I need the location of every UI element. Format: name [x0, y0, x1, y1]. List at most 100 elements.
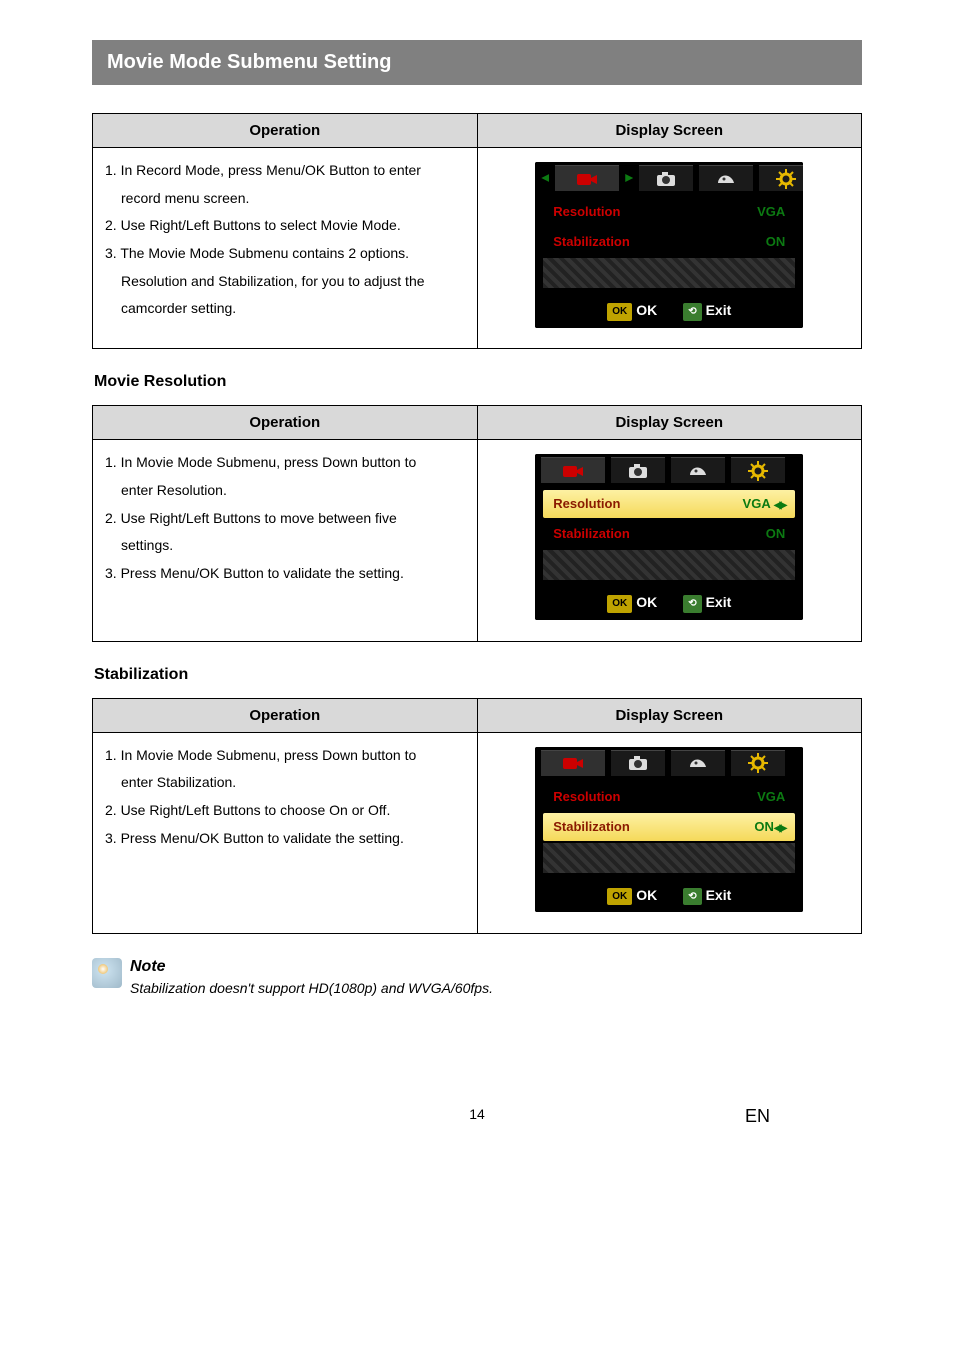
tab-movie-icon	[541, 750, 605, 776]
film-strip-bg	[543, 258, 795, 288]
arrows-icon: ◀▶	[774, 500, 785, 511]
exit-action: ⟲ Exit	[683, 300, 731, 322]
arrows-icon: ◀▶	[774, 823, 785, 834]
nav-arrows	[541, 174, 549, 182]
exit-label: Exit	[706, 594, 732, 610]
ok-chip-icon: OK	[607, 888, 632, 906]
note-text: Stabilization doesn't support HD(1080p) …	[130, 980, 493, 996]
operation-cell: 1. In Record Mode, press Menu/OK Button …	[93, 148, 478, 349]
menu-value: VGA	[743, 496, 771, 511]
menu-row-resolution: Resolution VGA	[543, 783, 795, 811]
col-operation: Operation	[93, 114, 478, 148]
menu-label: Resolution	[553, 494, 620, 514]
op-line: 3. Press Menu/OK Button to validate the …	[105, 828, 465, 850]
op-line: 3. Press Menu/OK Button to validate the …	[105, 563, 465, 585]
ok-label: OK	[636, 594, 657, 610]
tab-effects-icon	[699, 165, 753, 191]
tab-camera-icon	[611, 457, 665, 483]
menu-label: Stabilization	[553, 524, 630, 544]
menu-value: VGA	[757, 202, 785, 222]
ok-action: OKOK	[607, 885, 657, 907]
display-screen-cell: Resolution VGA ◀▶ Stabilization ON OKOK …	[477, 440, 862, 641]
exit-chip-icon: ⟲	[683, 303, 701, 321]
tab-bar	[535, 162, 803, 194]
menu-row-stabilization: Stabilization ON	[543, 520, 795, 548]
op-line: Resolution and Stabilization, for you to…	[105, 271, 465, 293]
menu-value-wrap: VGA ◀▶	[743, 494, 786, 514]
tab-settings-icon	[731, 750, 785, 776]
heading-stabilization: Stabilization	[94, 666, 862, 684]
bottom-bar: OKOK ⟲ Exit	[535, 296, 803, 328]
bottom-bar: OKOK ⟲ Exit	[535, 881, 803, 913]
ui-screen: Resolution VGA ◀▶ Stabilization ON OKOK …	[535, 454, 803, 620]
nav-arrows	[625, 174, 633, 182]
op-line: 3. The Movie Mode Submenu contains 2 opt…	[105, 243, 465, 265]
tab-settings-icon	[731, 457, 785, 483]
menu-value: ON	[766, 232, 786, 252]
note-block: Note Stabilization doesn't support HD(10…	[92, 958, 862, 996]
op-line: 2. Use Right/Left Buttons to choose On o…	[105, 800, 465, 822]
section-title: Movie Mode Submenu Setting	[92, 40, 862, 85]
op-line: 1. In Movie Mode Submenu, press Down but…	[105, 745, 465, 767]
display-screen-cell: Resolution VGA Stabilization ON◀▶ OKOK ⟲…	[477, 732, 862, 933]
tab-effects-icon	[671, 750, 725, 776]
ui-screen: Resolution VGA Stabilization ON OKOK ⟲ Ex…	[535, 162, 803, 328]
exit-label: Exit	[706, 887, 732, 903]
exit-label: Exit	[706, 302, 732, 318]
table-movie-mode: Operation Display Screen 1. In Record Mo…	[92, 113, 862, 349]
op-line: 1. In Movie Mode Submenu, press Down but…	[105, 452, 465, 474]
menu-label: Stabilization	[553, 817, 630, 837]
tab-camera-icon	[611, 750, 665, 776]
col-display-screen: Display Screen	[477, 114, 862, 148]
menu-value-wrap: ON◀▶	[754, 817, 785, 837]
col-display-screen: Display Screen	[477, 406, 862, 440]
op-line: settings.	[105, 535, 465, 557]
ok-chip-icon: OK	[607, 303, 632, 321]
tab-movie-icon	[541, 457, 605, 483]
op-line: camcorder setting.	[105, 298, 465, 320]
display-screen-cell: Resolution VGA Stabilization ON OKOK ⟲ Ex…	[477, 148, 862, 349]
exit-action: ⟲ Exit	[683, 592, 731, 614]
table-stabilization: Operation Display Screen 1. In Movie Mod…	[92, 698, 862, 934]
col-display-screen: Display Screen	[477, 698, 862, 732]
op-line: enter Stabilization.	[105, 772, 465, 794]
ok-label: OK	[636, 887, 657, 903]
menu-row-resolution: Resolution VGA	[543, 198, 795, 226]
ok-action: OKOK	[607, 592, 657, 614]
tab-bar	[535, 747, 803, 779]
menu-row-stabilization: Stabilization ON	[543, 228, 795, 256]
note-title: Note	[130, 958, 493, 976]
tab-bar	[535, 454, 803, 486]
table-movie-resolution: Operation Display Screen 1. In Movie Mod…	[92, 405, 862, 641]
op-line: 2. Use Right/Left Buttons to select Movi…	[105, 215, 465, 237]
tab-effects-icon	[671, 457, 725, 483]
op-line: record menu screen.	[105, 188, 465, 210]
col-operation: Operation	[93, 698, 478, 732]
menu-label: Stabilization	[553, 232, 630, 252]
tab-movie-icon	[555, 165, 619, 191]
menu-row-stabilization: Stabilization ON◀▶	[543, 813, 795, 841]
menu-label: Resolution	[553, 202, 620, 222]
exit-chip-icon: ⟲	[683, 595, 701, 613]
operation-cell: 1. In Movie Mode Submenu, press Down but…	[93, 440, 478, 641]
menu-row-resolution: Resolution VGA ◀▶	[543, 490, 795, 518]
menu-value: VGA	[757, 787, 785, 807]
tab-camera-icon	[639, 165, 693, 191]
menu-value: ON	[754, 819, 774, 834]
ui-screen: Resolution VGA Stabilization ON◀▶ OKOK ⟲…	[535, 747, 803, 913]
op-line: 2. Use Right/Left Buttons to move betwee…	[105, 508, 465, 530]
film-strip-bg	[543, 843, 795, 873]
film-strip-bg	[543, 550, 795, 580]
exit-action: ⟲ Exit	[683, 885, 731, 907]
op-line: enter Resolution.	[105, 480, 465, 502]
tab-settings-icon	[759, 165, 803, 191]
lang-label: EN	[745, 1106, 770, 1127]
ok-label: OK	[636, 302, 657, 318]
col-operation: Operation	[93, 406, 478, 440]
menu-value: ON	[766, 524, 786, 544]
exit-chip-icon: ⟲	[683, 888, 701, 906]
op-line: 1. In Record Mode, press Menu/OK Button …	[105, 160, 465, 182]
ok-action: OKOK	[607, 300, 657, 322]
menu-label: Resolution	[553, 787, 620, 807]
operation-cell: 1. In Movie Mode Submenu, press Down but…	[93, 732, 478, 933]
